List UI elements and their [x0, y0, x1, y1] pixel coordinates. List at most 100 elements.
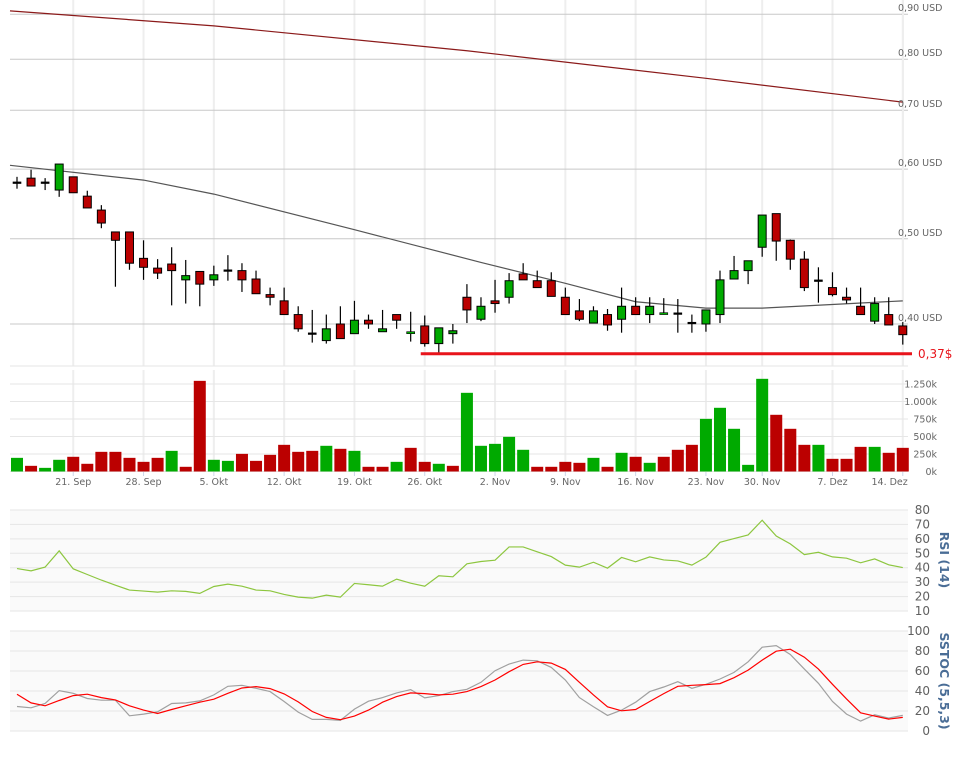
rsi-tick-label: 40	[915, 561, 930, 575]
candle-body	[26, 177, 36, 187]
candle-body	[462, 296, 472, 311]
volume-bar	[165, 450, 178, 472]
sstoc-tick-label: 100	[907, 624, 930, 638]
candle	[237, 263, 247, 292]
candle-body	[54, 163, 64, 191]
rsi-tick-label: 50	[915, 546, 930, 560]
rsi-tick-label: 80	[915, 503, 930, 517]
candle-body	[588, 310, 598, 324]
candle	[392, 314, 402, 329]
volume-bar	[601, 466, 614, 472]
candle-body	[659, 312, 669, 315]
volume-bar	[292, 451, 305, 472]
volume-bar	[250, 460, 263, 472]
volume-bar	[671, 449, 684, 472]
candle-body	[392, 314, 402, 321]
candle	[814, 267, 823, 303]
x-tick-label: 26. Okt	[407, 477, 442, 488]
sstoc-axis-title: SSTOC (5,5,3)	[937, 632, 952, 729]
volume-bar	[573, 462, 586, 472]
candle	[307, 309, 317, 343]
candle-body	[546, 280, 556, 297]
candle-body	[518, 273, 528, 281]
candle	[335, 306, 345, 340]
candle-body	[645, 305, 655, 316]
candle	[209, 265, 219, 286]
candle-body	[364, 319, 373, 325]
volume-bar	[714, 407, 726, 472]
x-tick-label: 16. Nov	[617, 477, 654, 488]
volume-bar	[517, 449, 530, 472]
volume-bar	[151, 457, 164, 472]
candle	[673, 299, 683, 333]
candle-body	[40, 181, 50, 184]
candle-body	[139, 257, 149, 268]
volume-bar	[221, 460, 234, 472]
candle	[462, 284, 472, 324]
candle	[856, 287, 866, 316]
volume-bar	[531, 466, 544, 472]
volume-bar	[503, 436, 516, 472]
sstoc-tick-label: 20	[915, 704, 930, 718]
rsi-tick-label: 30	[915, 575, 930, 589]
volume-bar	[474, 445, 487, 472]
volume-bar	[657, 456, 670, 472]
volume-bar	[770, 414, 783, 472]
x-tick-label: 21. Sep	[55, 477, 91, 488]
candle	[110, 231, 120, 287]
candle	[757, 214, 767, 257]
price-tick-label: 0,60 USD	[898, 158, 942, 169]
candle	[799, 251, 809, 292]
candle	[490, 279, 500, 313]
volume-tick-label: 500k	[913, 432, 937, 443]
volume-tick-label: 750k	[913, 415, 937, 426]
volume-bar	[348, 450, 361, 472]
candle-body	[603, 314, 613, 326]
stock-chart: 21. Sep 28. Sep 5. Okt 12. Okt 19. Okt 26. Ok…	[9, 0, 952, 738]
candle-body	[504, 280, 514, 298]
candle	[96, 205, 106, 229]
candle	[321, 314, 331, 344]
candle-body	[209, 274, 219, 281]
x-tick-label: 7. Dez	[817, 477, 847, 488]
volume-bar	[334, 448, 347, 472]
candlestick-series	[12, 163, 908, 354]
candle	[68, 176, 78, 194]
candle	[153, 259, 163, 280]
candle	[546, 272, 556, 297]
candle	[12, 176, 22, 189]
rsi-axis-title: RSI (14)	[937, 532, 952, 588]
volume-bar	[11, 457, 23, 472]
candle	[54, 163, 64, 197]
volume-bar	[95, 451, 108, 472]
candle	[223, 255, 233, 281]
volume-series	[11, 378, 909, 472]
candle	[195, 270, 205, 307]
candle-body	[153, 267, 163, 274]
candle	[349, 300, 359, 335]
x-tick-label: 14. Dez	[871, 477, 907, 488]
candle	[603, 309, 613, 331]
volume-bar	[629, 456, 642, 472]
candle-body	[799, 258, 809, 289]
sstoc-tick-label: 0	[922, 724, 930, 738]
rsi-tick-label: 60	[915, 532, 930, 546]
candle	[124, 231, 134, 270]
volume-bar	[742, 464, 755, 472]
candle-body	[434, 327, 444, 345]
candle-body	[223, 269, 233, 272]
candle-body	[771, 213, 781, 242]
candle	[617, 287, 627, 333]
candle	[771, 213, 781, 261]
volume-bar	[784, 428, 797, 472]
candle	[364, 314, 373, 329]
x-tick-label: 5. Okt	[199, 477, 228, 488]
volume-bar	[179, 466, 192, 472]
volume-bar	[615, 452, 628, 472]
candle-body	[448, 330, 458, 335]
price-tick-label: 0,70 USD	[898, 99, 942, 110]
volume-bar	[53, 459, 66, 472]
candle	[687, 314, 697, 333]
candle-body	[167, 263, 177, 272]
volume-bar	[39, 467, 52, 472]
